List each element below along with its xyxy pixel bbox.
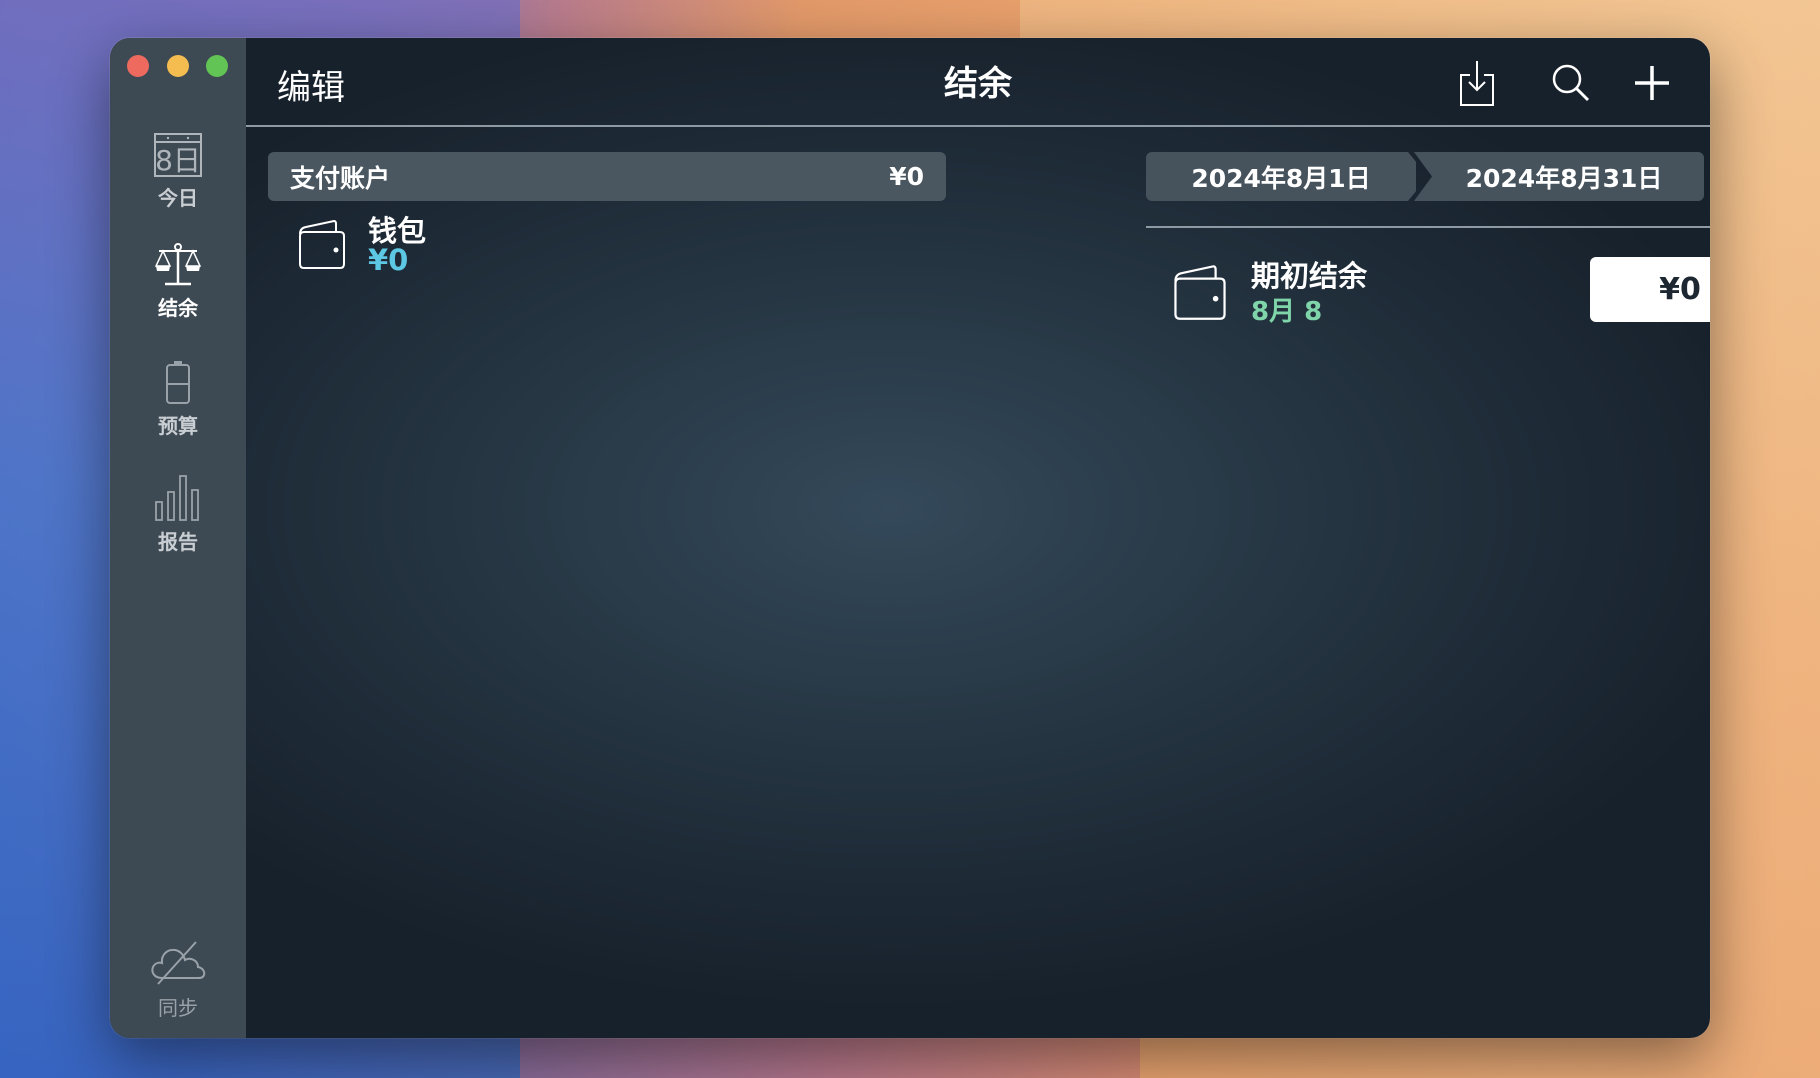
app-window: 8日 今日 结余 预算 报告 同步 编辑 结余 支付账户 ¥0 钱包 ¥0 20… bbox=[110, 38, 1710, 1038]
search-icon bbox=[1552, 64, 1590, 102]
window-maximize-button[interactable] bbox=[206, 55, 228, 77]
search-button[interactable] bbox=[1546, 58, 1596, 108]
section-total: ¥0 bbox=[889, 162, 924, 191]
section-divider bbox=[1146, 226, 1710, 228]
plus-icon bbox=[1635, 66, 1669, 100]
sidebar-item-label: 报告 bbox=[158, 530, 198, 554]
sidebar-item-label: 结余 bbox=[158, 296, 198, 320]
sidebar-sync-button[interactable]: 同步 bbox=[110, 938, 246, 1021]
wallet-icon bbox=[299, 219, 345, 269]
period-start-button[interactable]: 2024年8月1日 bbox=[1146, 152, 1416, 201]
sidebar-item-label: 今日 bbox=[158, 186, 198, 210]
svg-text:8日: 8日 bbox=[155, 144, 201, 177]
account-item-wallet[interactable]: 钱包 ¥0 bbox=[296, 208, 696, 288]
sidebar-item-budget[interactable]: 预算 bbox=[110, 360, 246, 439]
bar-chart-icon bbox=[155, 475, 199, 521]
sidebar-item-label: 预算 bbox=[158, 414, 198, 438]
opening-balance-input[interactable]: ¥0 bbox=[1590, 257, 1710, 322]
balance-scale-icon bbox=[154, 243, 202, 286]
sidebar-item-balance[interactable]: 结余 bbox=[110, 242, 246, 321]
toolbar: 编辑 结余 bbox=[246, 38, 1710, 127]
download-icon bbox=[1460, 61, 1494, 106]
main-content: 编辑 结余 支付账户 ¥0 钱包 ¥0 2024年8月1日 2024年8月31日… bbox=[246, 38, 1710, 1038]
sidebar-sync-label: 同步 bbox=[158, 996, 198, 1020]
payment-accounts-header[interactable]: 支付账户 ¥0 bbox=[268, 152, 946, 201]
account-balance: ¥0 bbox=[368, 243, 409, 277]
battery-icon bbox=[166, 361, 190, 404]
wallet-icon bbox=[1174, 265, 1226, 320]
add-button[interactable] bbox=[1627, 58, 1677, 108]
sidebar-item-today[interactable]: 8日 今日 bbox=[110, 132, 246, 211]
cloud-off-icon bbox=[151, 941, 206, 985]
section-title: 支付账户 bbox=[290, 163, 391, 193]
window-close-button[interactable] bbox=[127, 55, 149, 77]
sidebar-item-report[interactable]: 报告 bbox=[110, 472, 246, 555]
header-divider bbox=[246, 125, 1710, 127]
calendar-icon: 8日 bbox=[154, 133, 202, 177]
opening-balance-date: 8月 8 bbox=[1251, 297, 1323, 327]
period-end-button[interactable]: 2024年8月31日 bbox=[1414, 152, 1704, 201]
opening-balance-title: 期初结余 bbox=[1251, 259, 1368, 293]
edit-button[interactable]: 编辑 bbox=[277, 60, 345, 109]
import-button[interactable] bbox=[1452, 58, 1502, 108]
window-minimize-button[interactable] bbox=[167, 55, 189, 77]
sidebar: 8日 今日 结余 预算 报告 同步 bbox=[110, 38, 246, 1038]
period-selector: 2024年8月1日 2024年8月31日 bbox=[1146, 152, 1708, 201]
